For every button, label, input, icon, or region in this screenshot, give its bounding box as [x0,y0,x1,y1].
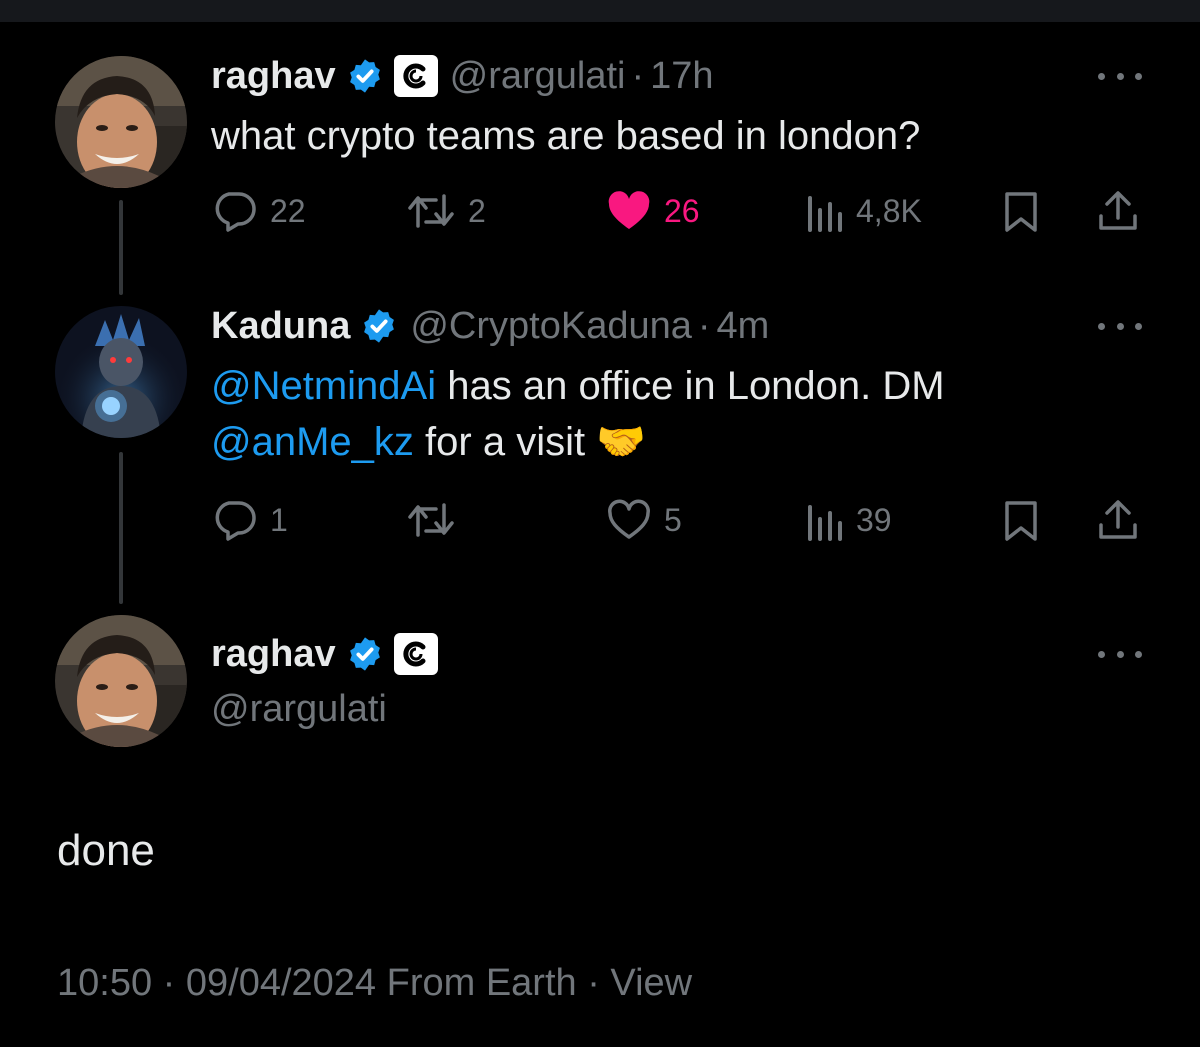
tweet-metadata[interactable]: 10:50 · 09/04/2024 From Earth · View [57,962,692,1005]
reply-count: 1 [270,501,288,538]
view-count: 4,8K [856,192,922,229]
bookmark-icon [1005,501,1037,541]
tweet-text-segment: has an office in London. DM [436,364,945,408]
tweet-text: what crypto teams are based in london? [211,114,921,158]
share-icon [1099,500,1137,539]
views-button[interactable]: 39 [804,499,892,541]
display-name[interactable]: raghav [211,633,336,676]
avatar-raghav[interactable] [55,56,187,188]
share-button[interactable] [1097,499,1139,541]
verified-badge-icon[interactable] [346,635,384,673]
more-icon[interactable] [1098,644,1142,664]
bookmark-button[interactable] [1003,500,1039,542]
heart-icon [608,191,650,229]
like-button[interactable]: 26 [606,190,700,232]
handle[interactable]: @CryptoKaduna [410,305,692,348]
share-icon [1099,191,1137,230]
bookmark-button[interactable] [1003,191,1039,233]
thread-line [119,200,123,295]
like-count: 5 [664,501,682,538]
retweet-count: 2 [468,192,486,229]
display-name[interactable]: Kaduna [211,305,350,348]
mention-link[interactable]: @NetmindAi [211,364,436,408]
thread-line [119,452,123,604]
more-icon[interactable] [1098,316,1142,336]
separator: · [697,304,711,347]
handle[interactable]: @rargulati [450,55,626,98]
reply-icon [215,192,256,232]
status-bar [0,0,1200,22]
verified-badge-icon[interactable] [360,307,398,345]
affiliate-c-icon[interactable] [393,633,438,675]
reply-button[interactable]: 1 [212,499,288,541]
retweet-button[interactable]: 2 [406,190,486,232]
retweet-icon [408,194,454,228]
mention-link[interactable]: @anMe_kz [211,420,414,464]
affiliate-c-icon[interactable] [393,55,438,97]
reply-button[interactable]: 22 [212,190,306,232]
like-count: 26 [664,192,700,229]
view-count: 39 [856,501,892,538]
tweet-header: raghav [211,630,438,678]
views-icon [808,505,842,541]
reply-count: 22 [270,192,306,229]
timestamp[interactable]: 17h [650,55,713,98]
separator: · [631,54,645,97]
views-button[interactable]: 4,8K [804,190,922,232]
main-tweet-text: done [57,826,155,875]
retweet-button[interactable] [406,499,468,541]
tweet-text: @NetmindAi has an office in London. DM @… [211,358,945,470]
avatar-photo [55,615,187,747]
avatar-illustration [55,306,187,438]
tweet-text-segment: for a visit 🤝 [413,420,646,464]
reply-icon [215,501,256,541]
avatar-raghav[interactable] [55,615,187,747]
bookmark-icon [1005,192,1037,232]
heart-icon [608,499,650,539]
share-button[interactable] [1097,190,1139,232]
views-icon [808,196,842,232]
like-button[interactable]: 5 [606,499,682,541]
more-icon[interactable] [1098,66,1142,86]
timestamp[interactable]: 4m [717,305,770,348]
display-name[interactable]: raghav [211,55,336,98]
retweet-icon [408,503,454,537]
verified-badge-icon[interactable] [346,57,384,95]
avatar-kaduna[interactable] [55,306,187,438]
handle[interactable]: @rargulati [211,688,387,731]
tweet-header: Kaduna @CryptoKaduna · 4m [211,302,769,350]
tweet-header: raghav @rargulati · 17h [211,52,714,100]
avatar-photo [55,56,187,188]
